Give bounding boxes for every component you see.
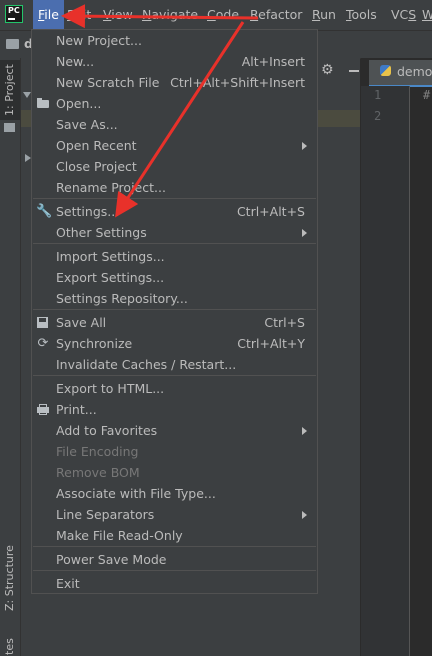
menu-item-file-encoding: File Encoding [56,444,139,459]
menu-vcs[interactable]: VCS [391,0,416,30]
menu-item-import-settings[interactable]: Import Settings... [32,246,317,267]
folder-icon [6,39,19,49]
pycharm-logo-icon: PC [5,5,23,23]
menu-item-line-separators[interactable]: Line Separators [32,504,317,525]
wrench-icon: 🔧 [36,204,53,219]
menu-item-settings[interactable]: 🔧 Settings... Ctrl+Alt+S [32,201,317,222]
menu-item-close-project[interactable]: Close Project [32,156,317,177]
left-tool-strip: 1: Project Z: Structure tes [0,58,21,656]
menu-refactor[interactable]: Refactor [250,0,302,30]
line-number: 2 [374,109,382,123]
editor-gutter [361,86,410,656]
menu-item-open[interactable]: Open... [32,93,317,114]
submenu-arrow-icon [302,427,307,435]
print-icon [36,403,50,416]
chevron-down-icon[interactable] [23,92,31,98]
menu-item-export-settings[interactable]: Export Settings... [32,267,317,288]
menu-item-associate-file-type[interactable]: Associate with File Type... [32,483,317,504]
menu-edit[interactable]: Edit [67,0,91,30]
menu-item-synchronize[interactable]: ⟳ Synchronize Ctrl+Alt+Y [32,333,317,354]
menu-item-power-save-mode[interactable]: Power Save Mode [32,549,317,570]
menu-item-remove-bom: Remove BOM [56,465,140,480]
menu-item-rename-project[interactable]: Rename Project... [32,177,317,198]
menu-item-save-all[interactable]: Save All Ctrl+S [32,312,317,333]
menu-separator [33,243,316,244]
submenu-arrow-icon [302,511,307,519]
minimize-icon[interactable] [349,70,359,72]
menu-tools[interactable]: Tools [346,0,377,30]
menu-separator [33,375,316,376]
code-text: # [423,88,431,102]
menu-item-new-scratch-file[interactable]: New Scratch File Ctrl+Alt+Shift+Insert [32,72,317,93]
menu-item-export-to-html[interactable]: Export to HTML... [32,378,317,399]
save-icon [36,316,50,329]
file-menu-dropdown: New Project... New... Alt+Insert New Scra… [31,29,318,594]
tab-favorites[interactable]: tes [0,638,20,656]
menu-separator [33,570,316,571]
menu-item-make-read-only[interactable]: Make File Read-Only [32,525,317,546]
menu-item-new-project[interactable]: New Project... [32,30,317,51]
submenu-arrow-icon [302,229,307,237]
menu-run[interactable]: Run [312,0,336,30]
menu-view[interactable]: View [103,0,133,30]
menu-file[interactable]: File [33,0,64,30]
gear-icon[interactable]: ⚙ [321,62,334,78]
menu-separator [33,309,316,310]
menu-window[interactable]: W [422,0,432,30]
menu-separator [33,546,316,547]
line-number: 1 [374,88,382,102]
folder-open-icon [36,97,50,110]
submenu-arrow-icon [302,142,307,150]
menu-item-invalidate-caches[interactable]: Invalidate Caches / Restart... [32,354,317,375]
tab-structure[interactable]: Z: Structure [0,538,20,618]
menu-item-print[interactable]: Print... [32,399,317,420]
menu-separator [33,198,316,199]
folder-icon [4,123,15,132]
menu-bar: PC File Edit View Navigate Code Refactor… [0,0,432,30]
menu-item-add-to-favorites[interactable]: Add to Favorites [32,420,317,441]
menu-item-settings-repository[interactable]: Settings Repository... [32,288,317,309]
menu-item-save-as[interactable]: Save As... [32,114,317,135]
menu-item-exit[interactable]: Exit [32,573,317,594]
sync-icon: ⟳ [37,336,49,351]
editor-tab-label: demo [397,64,432,79]
menu-item-other-settings[interactable]: Other Settings [32,222,317,243]
python-file-icon [380,65,391,76]
menu-item-open-recent[interactable]: Open Recent [32,135,317,156]
tab-project[interactable]: 1: Project [0,60,20,120]
menu-code[interactable]: Code [207,0,239,30]
menu-item-new[interactable]: New... Alt+Insert [32,51,317,72]
menu-navigate[interactable]: Navigate [142,0,198,30]
